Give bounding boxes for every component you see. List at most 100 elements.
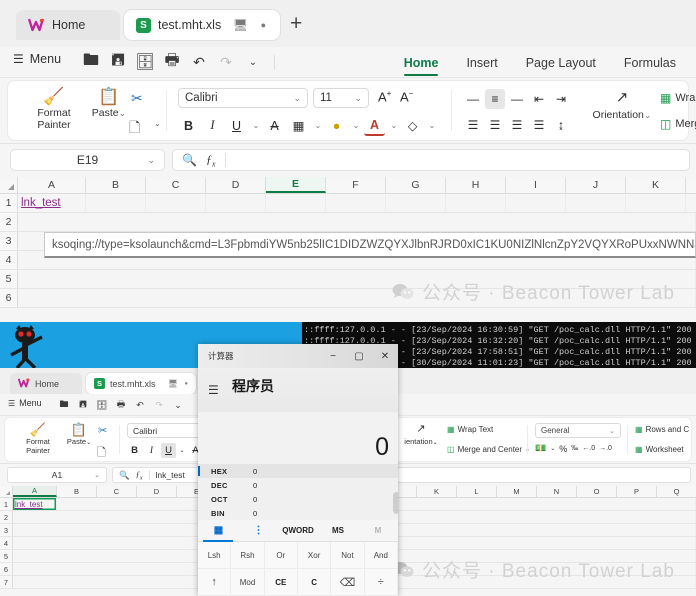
column-header-C-bottom[interactable]: C [97,486,137,497]
save-icon[interactable]: 🖪 [107,51,129,73]
align-right-icon[interactable]: ☰ [507,115,527,135]
bold-button[interactable]: B [178,115,199,136]
underline-dropdown[interactable]: ⌄ [250,115,261,136]
column-header-K-bottom[interactable]: K [417,486,457,497]
underline-button[interactable]: U [226,115,247,136]
worksheet-button[interactable]: ▦ Worksheet [635,445,684,454]
column-header-C[interactable]: C [146,177,206,193]
column-header-J[interactable]: J [566,177,626,193]
comma-style-icon[interactable]: ‰ [571,445,578,452]
increase-font-size-icon[interactable]: A+ [378,89,391,104]
column-header-L-bottom[interactable]: L [457,486,497,497]
monitor-icon[interactable]: 🖥 [168,379,178,388]
window-tab-document[interactable]: S test.mht.xls 🖥 ● [124,10,280,40]
column-header-Q-bottom[interactable]: Q [657,486,696,497]
print-preview-icon[interactable]: 🖶 [113,397,129,413]
underline-dropdown-bottom[interactable]: ⌄ [178,443,186,458]
row-header-6-bottom[interactable]: 6 [0,563,13,575]
column-header-O-bottom[interactable]: O [577,486,617,497]
new-tab-button[interactable]: + [290,13,302,34]
name-box[interactable]: E19 ⌄ [10,149,165,171]
key-lsh[interactable]: Lsh [198,542,232,569]
font-family-select[interactable]: Calibri ⌄ [178,88,308,108]
font-size-select[interactable]: 11 ⌄ [313,88,369,108]
close-button[interactable]: ✕ [372,344,398,368]
tab-bitflip[interactable]: ⋮ [238,520,278,542]
bold-button-bottom[interactable]: B [127,443,142,458]
orientation-button[interactable]: ↗ Orientation⌄ [586,87,658,121]
tab-dot-icon[interactable]: ● [261,20,266,30]
cell-H1[interactable] [446,194,506,212]
tab-dot-icon[interactable]: ● [184,381,188,387]
currency-icon[interactable]: 💵 [535,443,546,454]
hyperlink-lnk-test[interactable]: lnk_test [21,197,61,209]
cell-F1[interactable] [326,194,386,212]
key-not[interactable]: Not [331,542,365,569]
chevron-down-icon[interactable]: ⌄ [94,471,100,479]
tab-formulas[interactable]: Formulas [610,47,690,78]
orientation-button-bottom[interactable]: ↗ ientation⌄ [395,422,447,446]
column-header-K[interactable]: K [626,177,686,193]
row-2-cells[interactable] [18,213,696,231]
column-header-B[interactable]: B [86,177,146,193]
row-header-7-bottom[interactable]: 7 [0,576,13,588]
column-header-N-bottom[interactable]: N [537,486,577,497]
menu-button[interactable]: ☰ Menu [13,52,61,66]
row-header-6[interactable]: 6 [0,289,18,307]
cell-K1[interactable] [626,194,686,212]
rows-and-columns-button[interactable]: ▦ Rows and C [635,425,689,434]
cell-A1[interactable]: lnk_test [18,194,86,212]
key-and[interactable]: And [364,542,398,569]
fill-color-icon[interactable]: ● [326,115,347,136]
cell-A1-bottom[interactable]: lnk_test [13,498,57,510]
key-xor[interactable]: Xor [297,542,332,569]
chevron-down-icon[interactable]: ⌄ [170,397,186,413]
radix-row-hex[interactable]: HEX 0 [198,464,398,478]
clear-format-dropdown[interactable]: ⌄ [426,115,437,136]
row-header-1-bottom[interactable]: 1 [0,498,13,510]
key-or[interactable]: Or [264,542,298,569]
align-left-icon[interactable]: ☰ [463,115,483,135]
search-icon[interactable]: 🔍 [119,470,130,481]
scissors-icon[interactable]: ✂ [98,424,107,437]
monitor-icon[interactable]: 🖥 [233,18,248,32]
row-6-cells[interactable] [18,289,696,307]
row-header-4[interactable]: 4 [0,251,18,269]
tab-insert[interactable]: Insert [452,47,511,78]
save-as-icon[interactable]: 🗄 [94,397,110,413]
select-all-corner[interactable] [0,177,18,193]
save-icon[interactable]: 🖪 [75,397,91,413]
key-mod[interactable]: Mod [231,569,265,596]
borders-dropdown[interactable]: ⌄ [312,115,323,136]
format-painter-button[interactable]: 🧹 Format Painter [26,87,82,131]
currency-dropdown[interactable]: ⌄ [550,445,555,452]
number-format-select[interactable]: General ⌄ [535,423,621,438]
function-icon[interactable]: ƒx [206,152,216,168]
tab-qword[interactable]: QWORD [278,520,318,542]
row-header-5-bottom[interactable]: 5 [0,550,13,562]
redo-icon[interactable]: ↷ [151,397,167,413]
radix-row-bin[interactable]: BIN 0 [198,506,398,520]
row-header-3[interactable]: 3 [0,232,18,250]
row-header-3-bottom[interactable]: 3 [0,524,13,536]
save-as-icon[interactable]: 🗄 [134,51,156,73]
paste-button-bottom[interactable]: 📋 Paste⌄ [61,422,97,448]
merge-center-button-bottom[interactable]: ◫ Merge and Center⌄ [447,445,530,454]
calculator-title-bar[interactable]: 计算器 − ▢ ✕ [198,344,398,368]
italic-button-bottom[interactable]: I [144,443,159,458]
chevron-down-icon[interactable]: ⌄ [147,155,155,166]
key-c[interactable]: C [297,569,332,596]
tab-page-layout[interactable]: Page Layout [512,47,610,78]
line-spacing-icon[interactable]: ↨ [551,115,571,135]
undo-icon[interactable]: ↶ [132,397,148,413]
wrap-text-button[interactable]: ▦ Wrap Text [660,91,696,105]
clear-format-icon[interactable]: ◇ [402,115,423,136]
chevron-down-icon[interactable]: ⌄ [154,119,161,128]
tab-keypad[interactable]: ▦ [198,520,238,542]
row-header-4-bottom[interactable]: 4 [0,537,13,549]
window-tab-home-bottom[interactable]: Home [10,373,82,394]
function-icon[interactable]: ƒx [136,469,143,482]
copy-icon[interactable]: 🗋 [97,444,106,463]
align-top-icon[interactable]: — [463,89,483,109]
paste-button[interactable]: 📋 Paste⌄ [86,87,132,119]
